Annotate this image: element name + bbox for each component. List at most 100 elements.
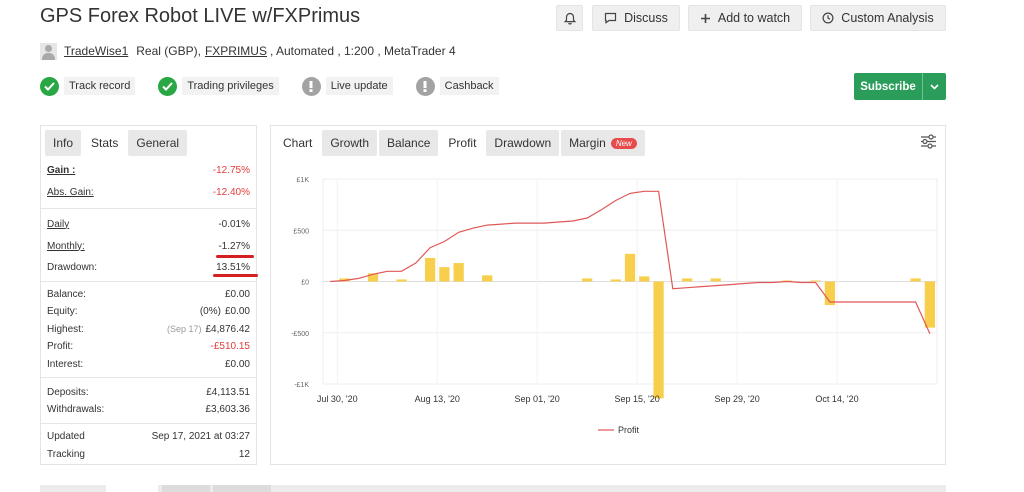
tab-drawdown[interactable]: Drawdown [486, 130, 560, 156]
profit-bar [653, 281, 664, 399]
profit-bar [424, 257, 436, 282]
y-tick-label: £0 [301, 280, 309, 287]
exclamation-icon [301, 76, 321, 96]
chevron-down-icon[interactable] [922, 73, 946, 100]
profit-bar [610, 279, 621, 282]
lower-tab[interactable] [213, 485, 271, 492]
stat-balance: Balance: £0.00 [47, 288, 250, 300]
profit-bar [810, 280, 821, 282]
lower-tab[interactable] [162, 485, 210, 492]
x-tick-label: Sep 01, '20 [515, 394, 560, 404]
annotation-underline [216, 255, 254, 258]
exclamation-icon [415, 76, 435, 96]
x-tick-label: Oct 14, '20 [815, 394, 858, 404]
profit-bar [639, 276, 650, 282]
profit-bar [681, 278, 693, 282]
stat-highest: Highest: (Sep 17) £4,876.42 [47, 323, 250, 335]
clock-icon [822, 12, 834, 24]
stat-updated: Updated Sep 17, 2021 at 03:27 [47, 430, 250, 442]
stat-withdrawals: Withdrawals: £3,603.36 [47, 403, 250, 415]
divider [41, 208, 256, 209]
x-tick-label: Sep 15, '20 [615, 394, 660, 404]
broker-link[interactable]: FXPRIMUS [205, 44, 267, 58]
account-info-line: TradeWise1 Real (GBP), FXPRIMUS , Automa… [40, 41, 456, 61]
check-icon [158, 76, 178, 96]
add-to-watch-label: Add to watch [717, 11, 791, 25]
profit-bar [396, 279, 407, 282]
info-tabs: Info Stats General [45, 130, 188, 156]
discuss-label: Discuss [624, 11, 668, 25]
profit-bar [624, 253, 636, 282]
tab-balance[interactable]: Balance [379, 130, 439, 156]
annotation-underline [213, 274, 258, 277]
tab-info[interactable]: Info [45, 130, 82, 156]
custom-analysis-button[interactable]: Custom Analysis [810, 5, 946, 31]
subscribe-button[interactable]: Subscribe [854, 73, 946, 100]
account-details: , Automated , 1:200 , MetaTrader 4 [269, 44, 456, 58]
check-icon [40, 76, 59, 96]
add-to-watch-button[interactable]: Add to watch [688, 5, 802, 31]
tab-general[interactable]: General [128, 130, 188, 156]
discuss-button[interactable]: Discuss [592, 5, 680, 31]
tab-margin-label: Margin [569, 136, 606, 150]
verification-badges: Track record Trading privileges Live upd… [40, 76, 522, 96]
chart-settings-button[interactable] [920, 134, 937, 154]
profit-bar [710, 278, 721, 282]
lower-tabs-bar [40, 485, 946, 492]
tab-stats[interactable]: Stats [83, 130, 127, 156]
x-tick-label: Sep 29, '20 [714, 394, 759, 404]
profit-bar [439, 267, 450, 282]
stat-daily: Daily -0.01% [47, 218, 250, 230]
stat-equity: Equity: (0%) £0.00 [47, 305, 250, 317]
profit-bar [482, 275, 493, 282]
profit-bar [924, 281, 936, 328]
badge-label: Cashback [439, 77, 499, 95]
stat-deposits: Deposits: £4,113.51 [47, 386, 250, 398]
x-tick-label: Aug 13, '20 [415, 394, 460, 404]
profit-bar [910, 278, 921, 282]
tab-growth[interactable]: Growth [322, 130, 378, 156]
legend-label: Profit [618, 425, 640, 435]
y-tick-label: -£500 [291, 331, 309, 338]
avatar [40, 42, 57, 60]
badge-cashback: Cashback [415, 76, 499, 96]
tab-profit[interactable]: Profit [440, 130, 484, 156]
stat-drawdown: Drawdown: 13.51% [47, 261, 250, 273]
badge-label: Trading privileges [182, 77, 279, 95]
stat-abs-gain: Abs. Gain: -12.40% [47, 186, 250, 198]
tab-chart[interactable]: Chart [275, 130, 320, 156]
lower-tab[interactable] [106, 485, 158, 492]
profit-bar [582, 278, 593, 282]
badge-label: Track record [64, 77, 136, 95]
page-title: GPS Forex Robot LIVE w/FXPrimus [40, 5, 361, 27]
chart-panel: Chart Growth Balance Profit Drawdown Mar… [270, 125, 946, 465]
user-link[interactable]: TradeWise1 [64, 44, 128, 58]
badge-label: Live update [325, 77, 393, 95]
profit-bar [453, 263, 464, 282]
profit-chart: £1K £500 £0 -£500 -£1K Jul 30, '20 Aug 13, '2… [291, 177, 938, 435]
divider [41, 281, 256, 282]
subscribe-label: Subscribe [860, 80, 916, 93]
divider [41, 377, 256, 378]
tab-margin[interactable]: Margin New [561, 130, 645, 156]
stat-gain: Gain : -12.75% [47, 164, 250, 176]
chat-bubble-icon [605, 12, 617, 24]
chart-tabs: Chart Growth Balance Profit Drawdown Mar… [275, 130, 645, 156]
x-tick-label: Jul 30, '20 [317, 394, 358, 404]
notification-button[interactable] [556, 5, 583, 31]
bell-icon [563, 12, 576, 25]
y-tick-label: £1K [297, 177, 310, 184]
badge-live-update: Live update [301, 76, 393, 96]
y-tick-label: £500 [293, 228, 309, 235]
stat-interest: Interest: £0.00 [47, 358, 250, 370]
stat-monthly: Monthly: -1.27% [47, 240, 250, 252]
divider [41, 423, 256, 424]
badge-track-record: Track record [40, 76, 136, 96]
badge-trading-privileges: Trading privileges [158, 76, 279, 96]
account-type: Real (GBP), [136, 44, 201, 58]
plus-icon [700, 13, 710, 23]
stat-tracking: Tracking 12 [47, 448, 250, 460]
sliders-icon [921, 134, 936, 149]
y-tick-label: -£1K [294, 382, 309, 389]
info-panel: Info Stats General Gain : -12.75% Abs. G… [40, 125, 258, 465]
